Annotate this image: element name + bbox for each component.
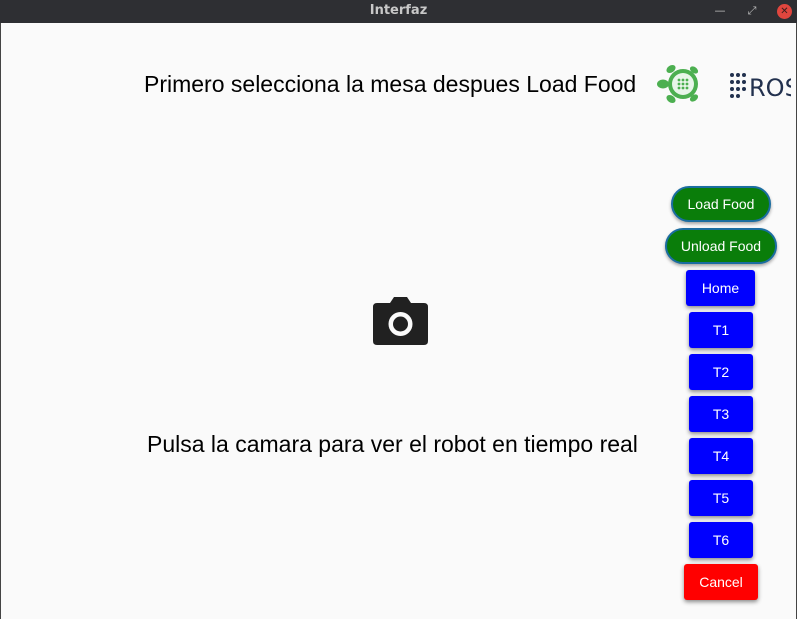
maximize-icon[interactable]: ⤢ xyxy=(744,3,760,19)
unload-food-button[interactable]: Unload Food xyxy=(665,228,777,264)
camera-hint-text: Pulsa la camara para ver el robot en tie… xyxy=(147,431,638,457)
camera-icon[interactable] xyxy=(372,295,429,347)
window-titlebar: Interfaz — ⤢ ✕ xyxy=(0,0,797,23)
cancel-button[interactable]: Cancel xyxy=(684,564,758,600)
close-icon[interactable]: ✕ xyxy=(777,4,792,19)
load-food-button[interactable]: Load Food xyxy=(671,186,771,222)
table-t4-button[interactable]: T4 xyxy=(689,438,753,474)
minimize-icon[interactable]: — xyxy=(712,3,728,19)
ros-logo-text: ROS xyxy=(749,74,791,100)
table-t3-button[interactable]: T3 xyxy=(689,396,753,432)
window-title: Interfaz xyxy=(369,3,428,18)
table-t2-button[interactable]: T2 xyxy=(689,354,753,390)
table-t5-button[interactable]: T5 xyxy=(689,480,753,516)
table-t1-button[interactable]: T1 xyxy=(689,312,753,348)
turtle-logo-icon xyxy=(657,64,699,104)
table-t6-button[interactable]: T6 xyxy=(689,522,753,558)
home-button[interactable]: Home xyxy=(686,270,755,306)
ros-logo-icon: ROS xyxy=(730,73,791,100)
instruction-text: Primero selecciona la mesa despues Load … xyxy=(144,71,637,97)
